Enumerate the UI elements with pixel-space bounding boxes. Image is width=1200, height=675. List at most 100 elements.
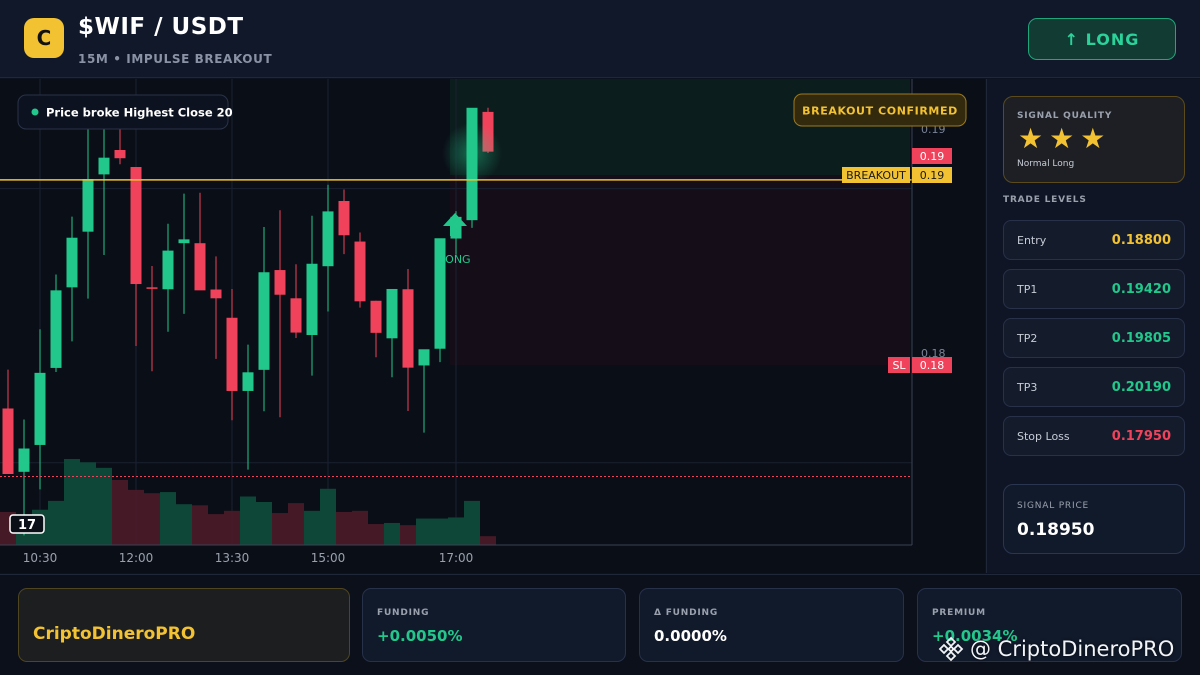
candle-body xyxy=(210,289,222,299)
level-name: TP1 xyxy=(1017,283,1038,296)
sl-value-tag-text: 0.18 xyxy=(920,359,945,372)
timeframe-strategy: 15M • IMPULSE BREAKOUT xyxy=(78,52,273,66)
volume-bar xyxy=(288,503,304,545)
volume-bar xyxy=(272,513,288,545)
volume-bar xyxy=(96,467,112,545)
last-price-tag-value: 0.19 xyxy=(920,150,945,163)
candle-body xyxy=(50,290,62,368)
funding-card: FUNDING +0.0050% xyxy=(362,588,626,662)
level-tp2[interactable]: TP2 0.19805 xyxy=(1003,318,1185,358)
candle-body xyxy=(322,211,334,267)
pair-title: $WIF / USDT xyxy=(78,14,244,40)
candle-body xyxy=(82,179,94,232)
candle-body xyxy=(18,448,30,472)
volume-bar xyxy=(400,525,416,545)
watermark: @ CriptoDineroPRO xyxy=(938,636,1174,662)
level-name: TP2 xyxy=(1017,332,1038,345)
signal-quality-label: SIGNAL QUALITY xyxy=(1017,111,1113,121)
binance-icon xyxy=(938,636,964,662)
risk-zone xyxy=(450,175,910,365)
status-dot-icon xyxy=(31,108,39,116)
signal-price-label: SIGNAL PRICE xyxy=(1017,501,1090,511)
brand-card: CriptoDineroPRO xyxy=(18,588,350,662)
volume-bar xyxy=(336,511,352,545)
candle-body xyxy=(130,166,142,285)
signal-price-value: 0.18950 xyxy=(1017,520,1095,540)
watermark-text: @ CriptoDineroPRO xyxy=(970,637,1175,661)
tradingview-logo-text: 17 xyxy=(18,518,36,533)
volume-bar xyxy=(352,510,368,545)
candle-body xyxy=(354,241,366,302)
volume-bar xyxy=(320,488,336,545)
volume-bar xyxy=(160,492,176,545)
candle-body xyxy=(274,270,286,295)
volume-bar xyxy=(368,524,384,545)
breakout-name-tag-text: BREAKOUT xyxy=(846,169,906,182)
candle-body xyxy=(178,239,190,244)
candle-body xyxy=(290,298,302,333)
breakout-note-text: Price broke Highest Close 20 xyxy=(46,106,233,120)
brand-logo: C xyxy=(24,18,64,58)
level-stop-loss[interactable]: Stop Loss 0.17950 xyxy=(1003,416,1185,456)
volume-bar xyxy=(64,459,80,545)
volume-bar xyxy=(304,510,320,545)
candle-body xyxy=(2,408,14,475)
time-label: 17:00 xyxy=(439,551,474,565)
breakout-confirmed-text: BREAKOUT CONFIRMED xyxy=(802,105,958,118)
volume-bar xyxy=(176,504,192,545)
volume-bar xyxy=(416,518,432,545)
funding-label: FUNDING xyxy=(377,608,430,618)
volume-bar xyxy=(112,479,128,545)
level-tp1[interactable]: TP1 0.19420 xyxy=(1003,269,1185,309)
delta-funding-value: 0.0000% xyxy=(654,627,727,645)
premium-label: PREMIUM xyxy=(932,608,986,618)
trade-levels-title: TRADE LEVELS xyxy=(1003,195,1087,205)
time-label: 13:30 xyxy=(215,551,250,565)
candle-body xyxy=(402,289,414,368)
candle-body xyxy=(418,349,430,366)
level-entry[interactable]: Entry 0.18800 xyxy=(1003,220,1185,260)
candle-body xyxy=(386,288,398,339)
level-value: 0.19420 xyxy=(1111,282,1171,297)
signal-quality-card: SIGNAL QUALITY ★ ★ ★ Normal Long xyxy=(1003,96,1185,183)
level-tp3[interactable]: TP3 0.20190 xyxy=(1003,367,1185,407)
candle-body xyxy=(242,372,254,391)
candlestick-chart[interactable]: LONG 0.19 0.18 0.19 BREAKOUT 0.19 SL 0.1… xyxy=(0,79,985,573)
sl-name-tag-text: SL xyxy=(892,359,906,372)
level-value: 0.19805 xyxy=(1111,331,1171,346)
volume-bar xyxy=(48,500,64,545)
volume-bar xyxy=(240,496,256,545)
quality-stars: ★ ★ ★ xyxy=(1018,124,1105,154)
time-axis: 10:30 12:00 13:30 15:00 17:00 xyxy=(23,551,474,565)
volume-bar xyxy=(464,500,480,545)
target-zone xyxy=(450,79,910,175)
long-direction-button[interactable]: ↑ LONG xyxy=(1028,18,1176,60)
candle-body xyxy=(258,272,270,370)
price-chart-panel[interactable]: LONG 0.19 0.18 0.19 BREAKOUT 0.19 SL 0.1… xyxy=(0,79,985,573)
level-value: 0.17950 xyxy=(1111,429,1171,444)
brand-name: CriptoDineroPRO xyxy=(33,624,196,644)
signal-sidebar: SIGNAL QUALITY ★ ★ ★ Normal Long TRADE L… xyxy=(986,79,1200,573)
candle-body xyxy=(66,237,78,288)
candle-body xyxy=(114,149,126,159)
time-label: 12:00 xyxy=(119,551,154,565)
candle-body xyxy=(226,317,238,391)
candle-body xyxy=(370,300,382,333)
volume-bar xyxy=(224,510,240,545)
level-value: 0.18800 xyxy=(1111,233,1171,248)
candle-body xyxy=(194,243,206,291)
candle-body xyxy=(338,200,350,236)
time-label: 15:00 xyxy=(311,551,346,565)
star-icon: ★ xyxy=(1018,122,1044,155)
breakout-value-tag-text: 0.19 xyxy=(920,169,945,182)
candle-body xyxy=(162,250,174,290)
volume-bar xyxy=(256,502,272,545)
candle-body xyxy=(98,157,110,175)
breakout-note-badge: Price broke Highest Close 20 xyxy=(17,94,233,130)
signal-quality-value: Normal Long xyxy=(1017,159,1075,169)
volume-bar xyxy=(144,493,160,545)
volume-bar xyxy=(128,489,144,545)
breakout-confirmed-badge: BREAKOUT CONFIRMED xyxy=(793,93,967,127)
candle-body xyxy=(306,263,318,336)
time-label: 10:30 xyxy=(23,551,58,565)
